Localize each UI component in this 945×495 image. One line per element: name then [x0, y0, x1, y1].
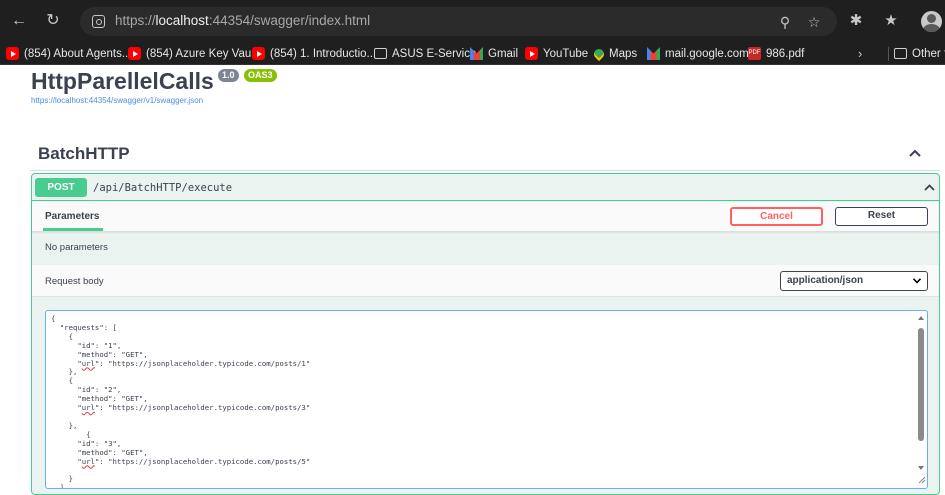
request-body-header: Request body application/json	[32, 265, 939, 297]
tag-divider	[30, 170, 940, 171]
chevron-up-icon[interactable]	[908, 146, 922, 160]
code-line: }	[51, 474, 73, 484]
reset-button[interactable]: Reset	[835, 207, 928, 226]
no-parameters-text: No parameters	[45, 242, 108, 253]
chevron-up-icon[interactable]	[923, 181, 936, 194]
gmail-icon	[647, 47, 660, 60]
folder-icon	[374, 48, 387, 59]
code-line: ]	[51, 483, 65, 489]
method-badge: POST	[35, 178, 87, 197]
bookmark-folder[interactable]: ASUS E-Service	[374, 45, 476, 62]
address-url[interactable]: https://localhost:44354/swagger/index.ht…	[115, 13, 370, 28]
cancel-button[interactable]: Cancel	[730, 207, 823, 226]
tab-active-indicator	[43, 228, 103, 231]
code-line: "url": "https://jsonplaceholder.typicode…	[51, 358, 311, 368]
profile-avatar[interactable]	[921, 11, 942, 32]
resize-handle-icon[interactable]	[918, 476, 926, 484]
request-body-editor[interactable]: { "requests": [ { "id": "1", "method": "…	[45, 310, 928, 489]
tag-title[interactable]: BatchHTTP	[38, 144, 130, 164]
scroll-up-arrow-icon[interactable]	[918, 316, 924, 320]
tab-parameters[interactable]: Parameters	[45, 211, 99, 222]
version-badge: 1.0	[218, 69, 239, 82]
request-body-label: Request body	[45, 276, 104, 287]
youtube-icon	[525, 47, 538, 60]
code-line: "requests": [	[51, 322, 117, 332]
content-type-value: application/json	[787, 275, 864, 286]
operation-block: POST /api/BatchHTTP/execute Parameters C…	[31, 173, 940, 495]
address-bar[interactable]: https://localhost:44354/swagger/index.ht…	[80, 7, 837, 36]
maps-icon	[591, 46, 607, 61]
back-arrow-icon[interactable]: ←	[9, 11, 29, 31]
reload-icon[interactable]: ↻	[43, 11, 63, 31]
spec-url-link[interactable]: https://localhost:44354/swagger/v1/swagg…	[31, 96, 203, 105]
code-line: },	[51, 367, 78, 377]
bookmark-item[interactable]: (854) 1. Introductio...	[252, 45, 376, 62]
youtube-icon	[6, 47, 19, 60]
bookmark-folder-other[interactable]: Other fa	[894, 45, 945, 62]
operation-summary[interactable]: POST /api/BatchHTTP/execute	[32, 174, 939, 201]
site-info-icon[interactable]	[92, 15, 105, 28]
bookmark-item[interactable]: mail.google.com	[647, 45, 749, 62]
folder-icon	[894, 48, 907, 59]
api-title: HttpParellelCalls	[31, 68, 214, 94]
chevron-down-icon	[913, 278, 921, 284]
youtube-icon	[128, 47, 141, 60]
operation-path: /api/BatchHTTP/execute	[93, 182, 233, 194]
bookmark-item[interactable]: PDF 986.pdf	[748, 45, 804, 62]
bookmark-item[interactable]: Maps	[591, 45, 637, 62]
oas-badge: OAS3	[244, 69, 277, 82]
bookmarks-divider	[888, 47, 889, 61]
scroll-thumb[interactable]	[918, 328, 924, 441]
bookmarks-overflow-chevron-icon[interactable]: ›	[858, 45, 862, 62]
zoom-icon[interactable]: ⚲	[776, 13, 794, 31]
youtube-icon	[252, 47, 265, 60]
bookmark-item[interactable]: Gmail	[470, 45, 518, 62]
extensions-icon[interactable]: ✱	[846, 11, 866, 31]
bookmarks-bar: (854) About Agents... (854) Azure Key Va…	[0, 42, 945, 65]
bookmark-item[interactable]: (854) About Agents...	[6, 45, 131, 62]
parameters-header: Parameters Cancel Reset	[32, 202, 939, 232]
browser-toolbar: ← ↻ https://localhost:44354/swagger/inde…	[0, 0, 945, 42]
request-body-code[interactable]: { "requests": [ { "id": "1", "method": "…	[51, 314, 311, 489]
editor-scrollbar[interactable]	[916, 313, 926, 486]
favorites-list-icon[interactable]: ★	[881, 11, 901, 31]
pdf-icon: PDF	[748, 47, 761, 60]
favorite-star-icon[interactable]: ☆	[805, 13, 823, 31]
code-line: "url": "https://jsonplaceholder.typicode…	[51, 456, 311, 466]
content-type-select[interactable]: application/json	[780, 271, 928, 291]
bookmark-item[interactable]: YouTube	[525, 45, 588, 62]
code-line: "url": "https://jsonplaceholder.typicode…	[51, 403, 311, 413]
gmail-icon	[470, 47, 483, 60]
scroll-down-arrow-icon[interactable]	[918, 466, 924, 470]
bookmark-item[interactable]: (854) Azure Key Vau...	[128, 45, 261, 62]
